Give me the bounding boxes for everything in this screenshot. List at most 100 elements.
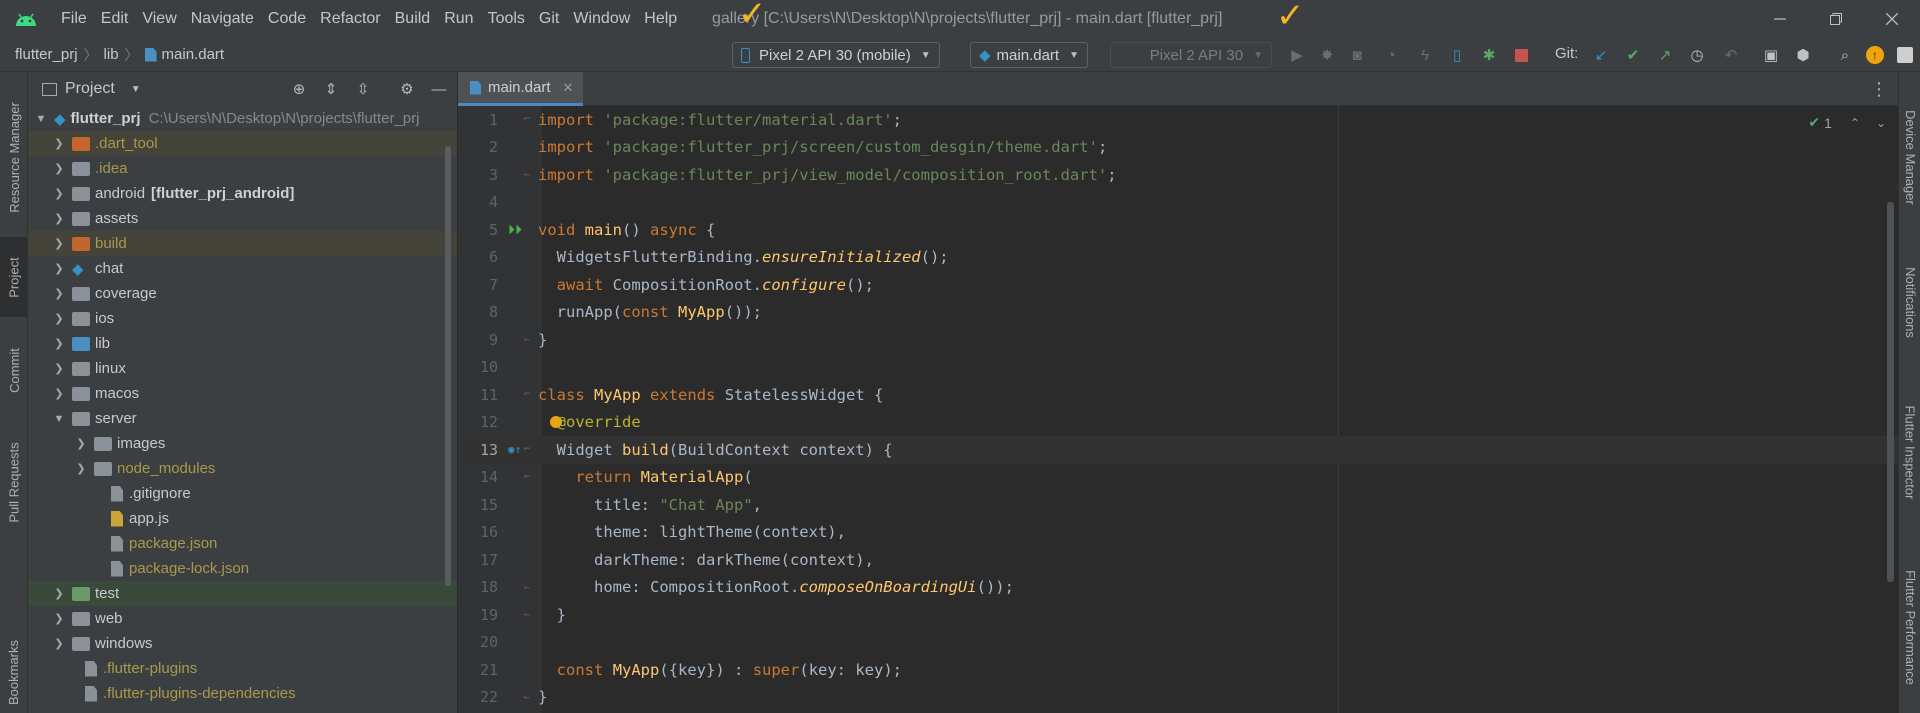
locate-icon[interactable]: ⊕ xyxy=(290,80,308,98)
maximize-button[interactable] xyxy=(1808,0,1864,38)
tree-item-web[interactable]: ❯ web xyxy=(28,606,457,631)
search-icon[interactable]: ⌕ xyxy=(1836,46,1854,64)
more-options-icon[interactable]: ⋮ xyxy=(1870,79,1888,100)
stop-icon[interactable] xyxy=(1512,46,1530,64)
expand-all-icon[interactable]: ⇕ xyxy=(322,80,340,98)
breadcrumb-project[interactable]: flutter_prj xyxy=(15,46,78,63)
hot-reload-icon[interactable]: ϟ xyxy=(1416,46,1434,64)
menu-tools[interactable]: Tools xyxy=(481,0,532,38)
profile-icon[interactable]: ◔ xyxy=(1382,46,1400,64)
rollback-icon[interactable]: ↶ xyxy=(1722,46,1740,64)
secondary-device-selector[interactable]: Pixel 2 API 30 ▼ xyxy=(1110,42,1272,68)
menu-build[interactable]: Build xyxy=(388,0,438,38)
code-area[interactable]: 1 ⌐ import 'package:flutter/material.dart'… xyxy=(458,106,1898,713)
window-title: gallery [C:\Users\N\Desktop\N\projects\f… xyxy=(712,10,1223,27)
tree-root[interactable]: ▼ ◆ flutter_prj C:\Users\N\Desktop\N\pro… xyxy=(28,106,457,131)
menu-navigate[interactable]: Navigate xyxy=(184,0,261,38)
chevron-down-icon[interactable]: ▼ xyxy=(131,84,141,95)
menu-window[interactable]: Window xyxy=(566,0,637,38)
tool-tab-resource-manager[interactable]: Resource Manager xyxy=(0,82,28,232)
fold-icon[interactable]: ⌙ xyxy=(524,582,530,593)
fold-icon[interactable]: ⌐ xyxy=(524,389,530,400)
attach-debugger-icon[interactable]: ✱ xyxy=(1480,46,1498,64)
tree-item-flutter-plugins[interactable]: .flutter-plugins xyxy=(28,656,457,681)
collapse-all-icon[interactable]: ⇳ xyxy=(354,80,372,98)
tree-item-images[interactable]: ❯ images xyxy=(28,431,457,456)
tree-item-dart-tool[interactable]: ❯ .dart_tool xyxy=(28,131,457,156)
git-commit-icon[interactable]: ✔ xyxy=(1624,46,1642,64)
fold-icon[interactable]: ⌐ xyxy=(524,444,530,455)
coverage-icon[interactable]: ◙ xyxy=(1348,46,1366,64)
tree-item-assets[interactable]: ❯ assets xyxy=(28,206,457,231)
menu-code[interactable]: Code xyxy=(261,0,313,38)
fold-icon[interactable]: ⌐ xyxy=(524,472,530,483)
menu-run[interactable]: Run xyxy=(437,0,480,38)
tool-tab-notifications[interactable]: Notifications xyxy=(1899,237,1920,367)
project-panel-title[interactable]: Project xyxy=(65,80,115,98)
menu-git[interactable]: Git xyxy=(532,0,566,38)
tool-tab-flutter-inspector[interactable]: Flutter Inspector xyxy=(1899,372,1920,532)
run-config-selector[interactable]: ◆ main.dart ▼ xyxy=(970,42,1088,68)
tree-item-macos[interactable]: ❯ macos xyxy=(28,381,457,406)
tree-item-app-js[interactable]: app.js xyxy=(28,506,457,531)
tool-tab-device-manager[interactable]: Device Manager xyxy=(1899,82,1920,232)
source-folder-icon xyxy=(72,336,90,351)
git-push-icon[interactable]: ↗ xyxy=(1656,46,1674,64)
tree-item-package-lock-json[interactable]: package-lock.json xyxy=(28,556,457,581)
run-gutter-icon[interactable]: ⏵⏵ xyxy=(508,222,522,238)
run-config-label: main.dart xyxy=(996,46,1060,64)
tree-item-coverage[interactable]: ❯ coverage xyxy=(28,281,457,306)
tree-item-flutter-plugins-dependencies[interactable]: .flutter-plugins-dependencies xyxy=(28,681,457,706)
menu-refactor[interactable]: Refactor xyxy=(313,0,387,38)
close-window-button[interactable] xyxy=(1864,0,1920,38)
menu-help[interactable]: Help xyxy=(637,0,684,38)
tree-item-windows[interactable]: ❯ windows xyxy=(28,631,457,656)
menu-file[interactable]: File xyxy=(54,0,94,38)
menu-view[interactable]: View xyxy=(135,0,183,38)
fold-icon[interactable]: ⌙ xyxy=(524,334,530,345)
breadcrumb-file[interactable]: main.dart xyxy=(162,46,225,63)
minimize-button[interactable] xyxy=(1752,0,1808,38)
run-icon[interactable]: ▶ xyxy=(1288,46,1306,64)
update-icon[interactable]: ↑ xyxy=(1866,46,1884,64)
tree-item-lib[interactable]: ❯ lib xyxy=(28,331,457,356)
menu-edit[interactable]: Edit xyxy=(94,0,136,38)
fold-icon[interactable]: ⌙ xyxy=(524,692,530,703)
tool-tab-bookmarks[interactable]: Bookmarks xyxy=(0,627,28,713)
tree-item-build[interactable]: ❯ build xyxy=(28,231,457,256)
tree-item-test[interactable]: ❯ test xyxy=(28,581,457,606)
fold-icon[interactable]: ⌐ xyxy=(524,114,530,125)
editor-scrollbar[interactable] xyxy=(1887,202,1894,582)
fold-icon[interactable]: ⌙ xyxy=(524,169,530,180)
sdk-manager-icon[interactable]: ⬢ xyxy=(1794,46,1812,64)
tree-item-chat[interactable]: ❯ ◆ chat xyxy=(28,256,457,281)
gear-icon[interactable]: ⚙ xyxy=(398,80,416,98)
tree-item-android[interactable]: ❯ android [flutter_prj_android] xyxy=(28,181,457,206)
device-selector[interactable]: Pixel 2 API 30 (mobile) ▼ xyxy=(732,42,940,68)
close-tab-icon[interactable]: ✕ xyxy=(563,80,574,96)
tree-item-ios[interactable]: ❯ ios xyxy=(28,306,457,331)
tree-item-idea[interactable]: ❯ .idea xyxy=(28,156,457,181)
history-icon[interactable]: ◷ xyxy=(1688,46,1706,64)
hide-panel-icon[interactable]: — xyxy=(430,80,448,98)
editor-tab-main-dart[interactable]: main.dart ✕ xyxy=(458,72,584,106)
debug-icon[interactable]: ✸ xyxy=(1318,46,1336,64)
avatar-icon[interactable] xyxy=(1896,46,1914,64)
apply-changes-icon[interactable]: ▯ xyxy=(1448,46,1466,64)
tree-item-gitignore[interactable]: .gitignore xyxy=(28,481,457,506)
breadcrumb-folder[interactable]: lib xyxy=(104,46,119,63)
tool-tab-flutter-performance[interactable]: Flutter Performance xyxy=(1899,542,1920,712)
git-update-icon[interactable]: ↙ xyxy=(1592,46,1610,64)
tree-item-linux[interactable]: ❯ linux xyxy=(28,356,457,381)
tool-tab-project[interactable]: Project xyxy=(0,237,28,317)
tree-item-server[interactable]: ▼ server xyxy=(28,406,457,431)
tool-tab-commit[interactable]: Commit xyxy=(0,330,28,410)
override-gutter-icon[interactable]: ◉↑ xyxy=(508,443,521,456)
fold-icon[interactable]: ⌙ xyxy=(524,609,530,620)
folder-icon xyxy=(94,436,112,451)
tree-scrollbar[interactable] xyxy=(445,146,451,586)
device-mirror-icon[interactable]: ▣ xyxy=(1762,46,1780,64)
tree-item-package-json[interactable]: package.json xyxy=(28,531,457,556)
tree-item-node-modules[interactable]: ❯ node_modules xyxy=(28,456,457,481)
tool-tab-pull-requests[interactable]: Pull Requests xyxy=(0,422,28,542)
